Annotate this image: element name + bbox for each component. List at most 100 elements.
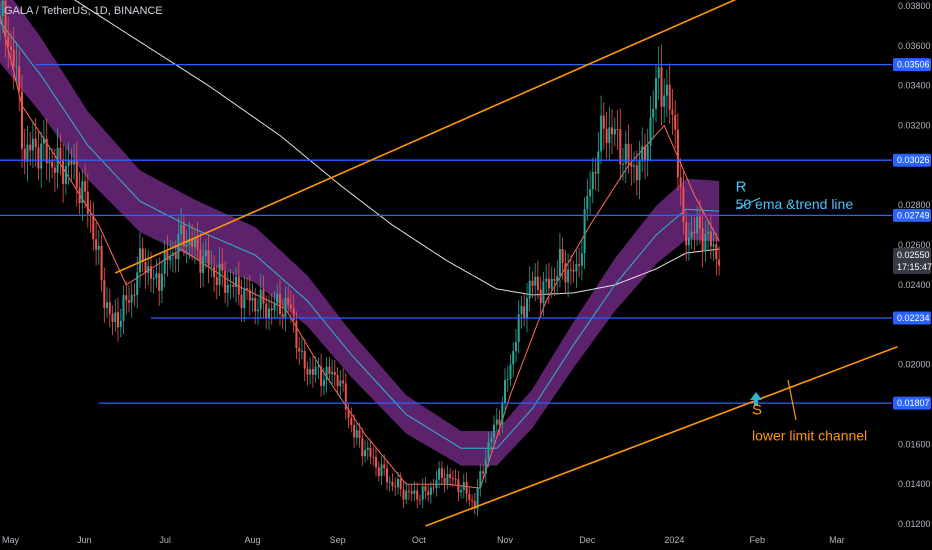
candle-body xyxy=(92,214,95,240)
candle-body xyxy=(484,459,487,474)
candle-body xyxy=(303,350,306,369)
candle-body xyxy=(254,298,257,312)
candle-body xyxy=(696,216,699,234)
candle-body xyxy=(133,294,136,296)
candle-body xyxy=(564,263,567,283)
candle-body xyxy=(394,486,397,488)
candle-body xyxy=(718,259,721,266)
chart-symbol-title: GALA / TetherUS, 1D, BINANCE xyxy=(4,5,163,17)
candle-body xyxy=(649,117,652,146)
candle-body xyxy=(31,138,34,151)
candle-body xyxy=(180,224,183,235)
candle-body xyxy=(259,289,262,310)
candle-body xyxy=(281,314,284,318)
candle-body xyxy=(597,151,600,174)
candle-body xyxy=(619,129,622,165)
candle-body xyxy=(18,66,21,92)
candle-body xyxy=(317,366,320,368)
candle-body xyxy=(635,165,638,181)
candle-body xyxy=(103,280,106,308)
candle-body xyxy=(657,67,660,79)
candle-body xyxy=(611,127,613,135)
countdown-label: 17:15:47 xyxy=(897,262,932,272)
candle-body xyxy=(701,228,704,252)
candle-body xyxy=(268,308,270,318)
candle-body xyxy=(512,351,515,365)
candle-body xyxy=(292,308,295,321)
candle-body xyxy=(73,161,76,165)
candle-body xyxy=(715,244,718,260)
annotation-label: lower limit channel xyxy=(752,427,867,443)
candle-body xyxy=(504,379,506,404)
candle-body xyxy=(240,294,243,308)
time-tick-label: Dec xyxy=(579,535,596,545)
price-tag-label: 0.01807 xyxy=(897,398,930,408)
candle-body xyxy=(114,312,117,322)
price-tag-label: 0.02749 xyxy=(897,210,930,220)
candle-body xyxy=(660,67,663,107)
price-tag-label: 0.03506 xyxy=(897,60,930,70)
candle-body xyxy=(638,160,641,181)
time-tick-label: Jul xyxy=(159,535,171,545)
candle-body xyxy=(421,486,424,500)
candle-body xyxy=(465,482,468,494)
candle-body xyxy=(136,272,139,295)
candle-body xyxy=(111,313,114,322)
candle-body xyxy=(704,233,707,252)
candle-body xyxy=(171,253,174,256)
candle-body xyxy=(295,320,298,349)
candle-body xyxy=(207,250,210,267)
candle-body xyxy=(471,500,474,502)
candlestick-chart[interactable]: R50 ema &trend lineSlower limit channel … xyxy=(0,0,932,550)
candle-body xyxy=(687,237,690,246)
candle-body xyxy=(106,302,108,308)
candle-body xyxy=(572,270,575,272)
candle-body xyxy=(215,277,218,285)
candle-body xyxy=(534,276,537,286)
candle-body xyxy=(248,289,251,301)
candle-body xyxy=(287,297,290,305)
candle-body xyxy=(482,471,485,474)
candle-body xyxy=(528,280,531,299)
candle-body xyxy=(265,303,268,318)
candle-body xyxy=(567,269,570,283)
candle-body xyxy=(246,288,248,290)
candle-body xyxy=(515,342,517,352)
candle-body xyxy=(51,161,54,168)
candle-body xyxy=(435,480,438,488)
candle-body xyxy=(594,171,597,174)
candle-body xyxy=(62,159,65,184)
candle-body xyxy=(218,263,221,286)
candle-body xyxy=(580,253,583,266)
candle-body xyxy=(122,295,125,321)
candle-body xyxy=(558,249,561,276)
candle-body xyxy=(674,114,677,130)
price-tag-label: 0.02234 xyxy=(897,313,930,323)
candle-body xyxy=(578,264,581,266)
candle-body xyxy=(451,478,454,479)
candle-body xyxy=(591,171,594,190)
time-tick-label: Feb xyxy=(750,535,766,545)
candle-body xyxy=(155,273,158,279)
candle-body xyxy=(311,369,314,375)
candle-body xyxy=(10,46,12,50)
candle-body xyxy=(589,189,592,197)
candle-body xyxy=(257,309,259,312)
candle-body xyxy=(262,289,265,304)
candle-body xyxy=(523,306,526,318)
candle-body xyxy=(163,251,166,274)
candle-body xyxy=(372,456,375,458)
candle-body xyxy=(309,369,312,375)
candle-body xyxy=(229,284,232,286)
candle-body xyxy=(147,266,150,273)
candle-body xyxy=(166,251,169,261)
candle-body xyxy=(108,302,111,314)
time-tick-label: Jun xyxy=(77,535,92,545)
candle-body xyxy=(15,66,18,68)
candle-body xyxy=(48,161,51,164)
candle-body xyxy=(95,239,98,250)
candle-body xyxy=(542,281,545,304)
candle-body xyxy=(67,160,70,166)
candle-body xyxy=(100,246,103,281)
candle-body xyxy=(174,253,177,260)
